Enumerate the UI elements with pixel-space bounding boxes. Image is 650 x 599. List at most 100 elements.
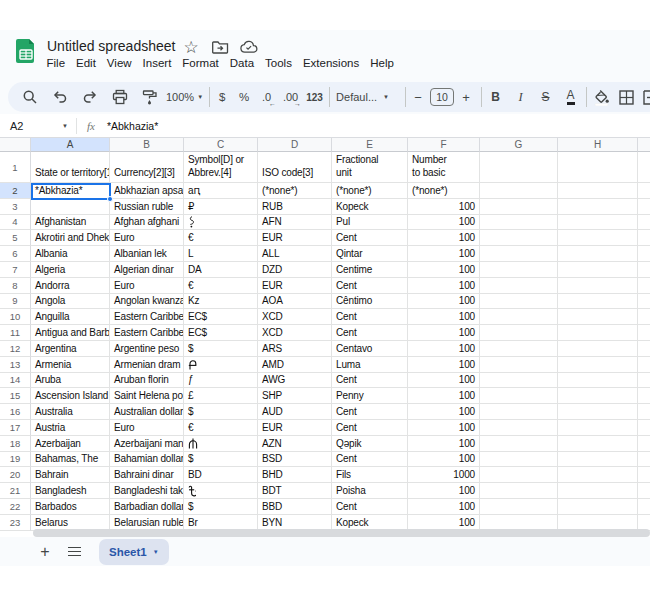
cell-D11[interactable]: XCD xyxy=(258,325,332,341)
cell-H14[interactable] xyxy=(558,373,638,389)
menu-extensions[interactable]: Extensions xyxy=(297,55,364,71)
cell-D15[interactable]: SHP xyxy=(258,388,332,404)
cell-G11[interactable] xyxy=(480,325,558,341)
cell-X13[interactable] xyxy=(638,357,650,373)
cell-F9[interactable]: 100 xyxy=(408,294,480,310)
cell-B12[interactable]: Argentine peso xyxy=(110,341,184,357)
document-title[interactable]: Untitled spreadsheet xyxy=(47,38,175,54)
cell-E2[interactable]: (*none*) xyxy=(332,183,408,199)
cell-A19[interactable]: Bahamas, The xyxy=(31,452,110,468)
increase-font-size-icon[interactable]: + xyxy=(457,85,475,109)
format-currency-icon[interactable]: $ xyxy=(212,85,232,109)
cell-F22[interactable]: 100 xyxy=(408,499,480,515)
row-header-23[interactable]: 23 xyxy=(0,515,31,531)
cell-H2[interactable] xyxy=(558,183,638,199)
cell-E14[interactable]: Cent xyxy=(332,373,408,389)
row-header-2[interactable]: 2 xyxy=(0,183,31,199)
cell-G4[interactable] xyxy=(480,215,558,231)
cell-A3[interactable] xyxy=(31,199,110,215)
cell-F3[interactable]: 100 xyxy=(408,199,480,215)
cell-X7[interactable] xyxy=(638,262,650,278)
cell-G7[interactable] xyxy=(480,262,558,278)
row-header-10[interactable]: 10 xyxy=(0,309,31,325)
cell-X22[interactable] xyxy=(638,499,650,515)
col-header-partial[interactable] xyxy=(638,138,650,152)
cell-B3[interactable]: Russian ruble xyxy=(110,199,184,215)
cell-B4[interactable]: Afghan afghani xyxy=(110,215,184,231)
move-folder-icon[interactable] xyxy=(211,38,229,56)
cell-D21[interactable]: BDT xyxy=(258,483,332,499)
cell-B8[interactable]: Euro xyxy=(110,278,184,294)
cell-C14[interactable]: ƒ xyxy=(184,373,258,389)
cell-C15[interactable]: £ xyxy=(184,388,258,404)
cell-A7[interactable]: Algeria xyxy=(31,262,110,278)
cell-G13[interactable] xyxy=(480,357,558,373)
cell-E21[interactable]: Poisha xyxy=(332,483,408,499)
cell-F16[interactable]: 100 xyxy=(408,404,480,420)
cell-H9[interactable] xyxy=(558,294,638,310)
cell-C5[interactable]: € xyxy=(184,230,258,246)
decrease-decimal-icon[interactable]: .0← xyxy=(256,85,277,109)
cell-G1[interactable] xyxy=(480,152,558,183)
row-header-4[interactable]: 4 xyxy=(0,215,31,231)
paint-format-icon[interactable] xyxy=(138,85,162,109)
italic-icon[interactable]: I xyxy=(509,85,532,109)
cell-G21[interactable] xyxy=(480,483,558,499)
row-header-1[interactable]: 1 xyxy=(0,152,31,183)
text-color-icon[interactable]: A xyxy=(559,85,582,109)
name-box[interactable]: A2 xyxy=(10,120,62,132)
cell-C12[interactable]: $ xyxy=(184,341,258,357)
cell-H20[interactable] xyxy=(558,467,638,483)
cell-D4[interactable]: AFN xyxy=(258,215,332,231)
cell-E16[interactable]: Cent xyxy=(332,404,408,420)
cell-E12[interactable]: Centavo xyxy=(332,341,408,357)
col-header-D[interactable]: D xyxy=(258,138,332,152)
menu-format[interactable]: Format xyxy=(177,55,224,71)
cell-A14[interactable]: Aruba xyxy=(31,373,110,389)
cell-F1[interactable]: Number to basic xyxy=(408,152,480,183)
search-icon[interactable] xyxy=(18,85,42,109)
font-size-input[interactable]: 10 xyxy=(430,88,454,106)
cloud-saved-icon[interactable] xyxy=(240,38,258,56)
cell-B21[interactable]: Bangladeshi taka xyxy=(110,483,184,499)
cell-D8[interactable]: EUR xyxy=(258,278,332,294)
cell-C17[interactable]: € xyxy=(184,420,258,436)
cell-C20[interactable]: BD xyxy=(184,467,258,483)
cell-X5[interactable] xyxy=(638,230,650,246)
cell-H17[interactable] xyxy=(558,420,638,436)
cell-G10[interactable] xyxy=(480,309,558,325)
cell-A20[interactable]: Bahrain xyxy=(31,467,110,483)
redo-icon[interactable] xyxy=(78,85,102,109)
cell-A11[interactable]: Antigua and Barbuda xyxy=(31,325,110,341)
cell-C1[interactable]: Symbol[D] or Abbrev.[4] xyxy=(184,152,258,183)
cell-D16[interactable]: AUD xyxy=(258,404,332,420)
row-header-6[interactable]: 6 xyxy=(0,246,31,262)
star-icon[interactable]: ☆ xyxy=(182,38,200,56)
cell-X1[interactable] xyxy=(638,152,650,183)
cell-D14[interactable]: AWG xyxy=(258,373,332,389)
cell-X16[interactable] xyxy=(638,404,650,420)
cell-F2[interactable]: (*none*) xyxy=(408,183,480,199)
cell-D17[interactable]: EUR xyxy=(258,420,332,436)
cell-D18[interactable]: AZN xyxy=(258,436,332,452)
add-sheet-icon[interactable]: + xyxy=(36,543,54,561)
cell-D1[interactable]: ISO code[3] xyxy=(258,152,332,183)
cell-C22[interactable]: $ xyxy=(184,499,258,515)
row-header-3[interactable]: 3 xyxy=(0,199,31,215)
font-name-control[interactable]: Defaul... ▼ xyxy=(336,91,389,103)
merge-cells-icon[interactable] xyxy=(640,85,650,109)
select-all-corner[interactable] xyxy=(0,138,31,152)
cell-X11[interactable] xyxy=(638,325,650,341)
cell-H3[interactable] xyxy=(558,199,638,215)
decrease-font-size-icon[interactable]: − xyxy=(409,85,427,109)
cell-X19[interactable] xyxy=(638,452,650,468)
row-header-14[interactable]: 14 xyxy=(0,373,31,389)
cell-G8[interactable] xyxy=(480,278,558,294)
more-formats-icon[interactable]: 123 xyxy=(304,85,325,109)
cell-F21[interactable]: 100 xyxy=(408,483,480,499)
cell-H13[interactable] xyxy=(558,357,638,373)
undo-icon[interactable] xyxy=(48,85,72,109)
cell-E5[interactable]: Cent xyxy=(332,230,408,246)
cell-E7[interactable]: Centime xyxy=(332,262,408,278)
cell-D22[interactable]: BBD xyxy=(258,499,332,515)
